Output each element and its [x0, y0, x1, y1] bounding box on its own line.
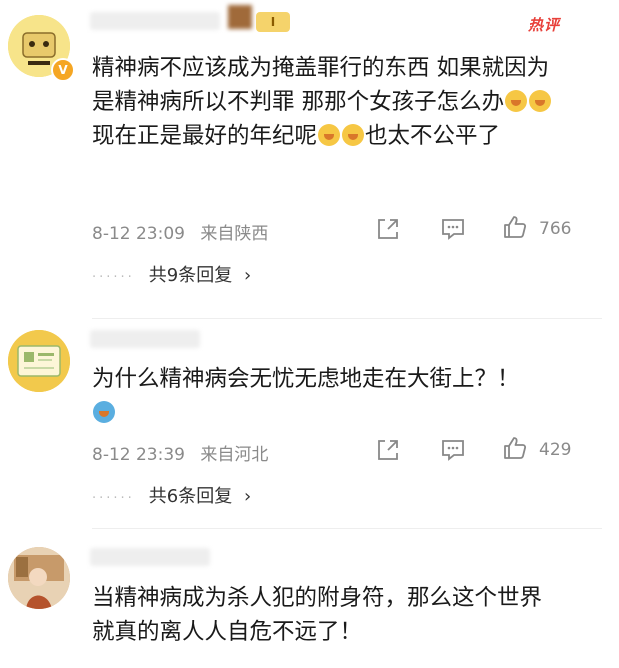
smiley-emoji-icon: [505, 90, 528, 112]
comment-time: 8-12 23:39: [92, 445, 185, 465]
emoji-icon: [93, 401, 115, 423]
username-redacted: [90, 548, 210, 566]
thumbs-up-icon[interactable]: [502, 435, 528, 461]
redacted-badge: [228, 5, 252, 29]
chevron-right-icon: ›: [243, 265, 252, 286]
hot-comment-tag: 热评: [528, 16, 561, 34]
comment-icon[interactable]: [440, 437, 466, 463]
smiley-emoji-icon: [529, 90, 552, 112]
share-icon[interactable]: [375, 216, 401, 242]
username-redacted: [90, 330, 200, 348]
smiley-emoji-icon: [342, 124, 365, 146]
divider: [92, 528, 602, 529]
comment-meta: 8-12 23:09 来自陕西: [92, 219, 278, 244]
replies-count[interactable]: 共9条回复: [149, 265, 232, 286]
comment-meta: 8-12 23:39 来自河北: [92, 440, 278, 465]
thumbs-up-icon[interactable]: [502, 214, 528, 240]
like-count: 429: [539, 440, 572, 460]
comment-location: 来自陕西: [200, 224, 269, 244]
comment-time: 8-12 23:09: [92, 224, 185, 244]
level-badge: I: [256, 12, 290, 32]
share-icon[interactable]: [375, 437, 401, 463]
view-replies-link[interactable]: ······ 共6条回复 ›: [92, 482, 251, 508]
replies-count[interactable]: 共6条回复: [149, 486, 232, 507]
chevron-right-icon: ›: [243, 486, 252, 507]
smiley-emoji-icon: [318, 124, 341, 146]
avatar[interactable]: [8, 330, 70, 392]
comment-icon[interactable]: [440, 216, 466, 242]
avatar[interactable]: [8, 547, 70, 609]
comment-text-body: 为什么精神病会无忧无虑地走在大街上？！: [92, 366, 520, 392]
view-replies-link[interactable]: ······ 共9条回复 ›: [92, 261, 251, 287]
comment-text: 为什么精神病会无忧无虑地走在大街上？！: [92, 362, 562, 430]
like-count: 766: [539, 219, 572, 239]
username-redacted: [90, 12, 220, 30]
comment-text-end: 也太不公平了: [365, 123, 501, 149]
verified-icon: V: [51, 58, 75, 82]
comment-text-tail: 现在正是最好的年纪呢: [92, 123, 318, 149]
comment-text: 精神病不应该成为掩盖罪行的东西 如果就因为是精神病所以不判罪 那那个女孩子怎么办…: [92, 51, 562, 153]
divider: [92, 318, 602, 319]
comment-location: 来自河北: [200, 445, 269, 465]
comment-text: 当精神病成为杀人犯的附身符，那么这个世界就真的离人人自危不远了！: [92, 585, 543, 645]
comment-text-body: 精神病不应该成为掩盖罪行的东西 如果就因为是精神病所以不判罪 那那个女孩子怎么办: [92, 55, 550, 115]
